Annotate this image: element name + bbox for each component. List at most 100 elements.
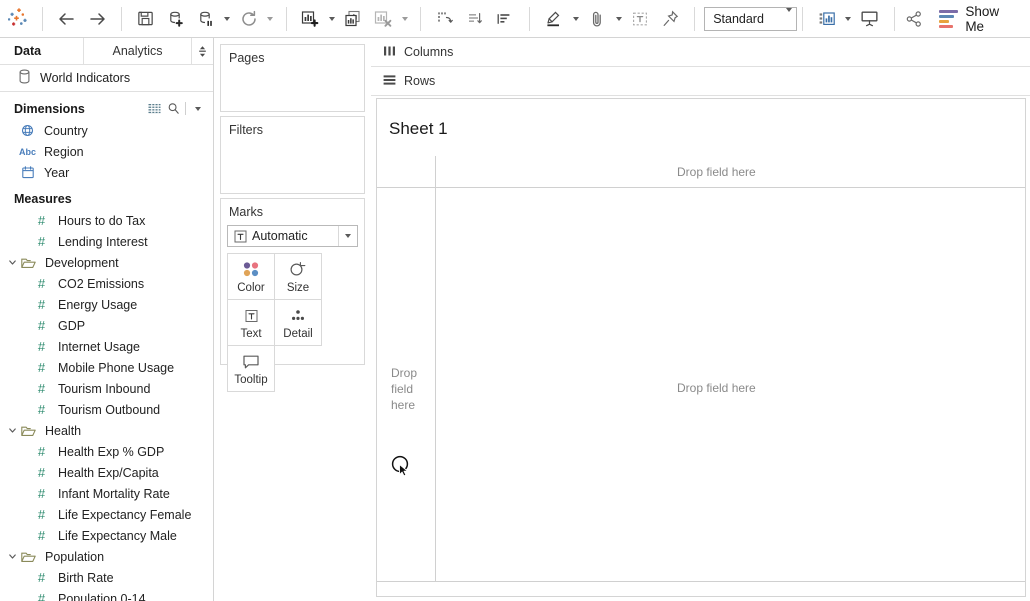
sort-descending-button[interactable] (490, 5, 520, 33)
measure-infant-mortality-rate[interactable]: #Infant Mortality Rate (0, 483, 213, 504)
measure-mobile-phone-usage[interactable]: #Mobile Phone Usage (0, 357, 213, 378)
toolbar-divider (121, 7, 122, 31)
show-me-bars-icon (939, 10, 958, 28)
forward-button[interactable] (82, 5, 112, 33)
columns-icon (383, 45, 396, 60)
clear-sheet-button[interactable] (368, 5, 398, 33)
group-members-button[interactable] (582, 5, 612, 33)
shelf-pane: Pages Filters Marks Automatic (215, 38, 370, 601)
swap-axes-button[interactable] (430, 5, 460, 33)
toolbar-divider (286, 7, 287, 31)
fix-axes-button[interactable] (655, 5, 685, 33)
presentation-mode-button[interactable] (855, 5, 885, 33)
chevron-down-icon[interactable] (6, 426, 19, 435)
measure-population-0-14[interactable]: #Population 0-14 (0, 588, 213, 601)
sheet-buttons-group (291, 0, 415, 38)
hash-icon: # (32, 360, 51, 375)
measure-tourism-inbound[interactable]: #Tourism Inbound (0, 378, 213, 399)
chevron-down-icon[interactable] (6, 258, 19, 267)
show-me-button[interactable]: Show Me (933, 0, 1022, 38)
rows-icon (383, 74, 396, 89)
clear-sheet-caret-icon[interactable] (398, 5, 411, 33)
mark-type-select[interactable]: Automatic (227, 225, 358, 247)
show-mark-labels-button[interactable] (625, 5, 655, 33)
highlighter-caret-icon[interactable] (569, 5, 582, 33)
database-icon (18, 69, 31, 87)
marks-detail-button[interactable]: Detail (274, 299, 322, 346)
rows-drop-zone[interactable] (443, 67, 1030, 95)
measure-hours-to-do-tax[interactable]: #Hours to do Tax (0, 210, 213, 231)
measures-folder-development[interactable]: Development (0, 252, 213, 273)
save-button[interactable] (131, 5, 161, 33)
hash-icon: # (32, 381, 51, 396)
hash-icon: # (32, 465, 51, 480)
new-worksheet-caret-icon[interactable] (325, 5, 338, 33)
marks-tooltip-button[interactable]: Tooltip (227, 345, 275, 392)
search-icon[interactable] (164, 99, 183, 118)
columns-drop-hint[interactable]: Drop field here (677, 165, 756, 179)
refresh-caret-icon[interactable] (264, 5, 277, 33)
group-caret-icon[interactable] (612, 5, 625, 33)
cards-caret-icon[interactable] (842, 5, 855, 33)
field-label: Health Exp % GDP (58, 445, 164, 459)
toolbar-divider (42, 7, 43, 31)
measures-folder-population[interactable]: Population (0, 546, 213, 567)
pause-auto-updates-button[interactable] (191, 5, 221, 33)
back-button[interactable] (52, 5, 82, 33)
field-label: Year (44, 166, 69, 180)
chevron-down-icon[interactable] (188, 99, 207, 118)
fit-select[interactable]: Standard (704, 7, 797, 31)
rows-drop-hint[interactable]: Drop field here (391, 365, 425, 413)
measure-internet-usage[interactable]: #Internet Usage (0, 336, 213, 357)
refresh-data-source-button[interactable] (234, 5, 264, 33)
measure-health-exp-capita[interactable]: #Health Exp/Capita (0, 462, 213, 483)
hash-icon: # (32, 339, 51, 354)
new-worksheet-button[interactable] (295, 5, 325, 33)
measure-tourism-outbound[interactable]: #Tourism Outbound (0, 399, 213, 420)
measure-co2-emissions[interactable]: #CO2 Emissions (0, 273, 213, 294)
size-circle-icon (287, 259, 309, 281)
measure-life-expectancy-male[interactable]: #Life Expectancy Male (0, 525, 213, 546)
marks-text-button[interactable]: Text (227, 299, 275, 346)
hash-icon: # (32, 444, 51, 459)
tab-data[interactable]: Data (0, 38, 84, 64)
tableau-logo-icon[interactable] (0, 0, 37, 38)
marks-color-button[interactable]: Color (227, 253, 275, 300)
columns-drop-zone[interactable] (461, 38, 1030, 66)
highlighter-button[interactable] (539, 5, 569, 33)
filters-card[interactable]: Filters (220, 116, 365, 194)
rows-shelf[interactable]: Rows (371, 67, 1030, 96)
field-label: GDP (58, 319, 85, 333)
measure-life-expectancy-female[interactable]: #Life Expectancy Female (0, 504, 213, 525)
new-data-source-button[interactable] (161, 5, 191, 33)
dimension-year[interactable]: Year (0, 162, 213, 183)
measure-energy-usage[interactable]: #Energy Usage (0, 294, 213, 315)
datasource-item[interactable]: World Indicators (0, 65, 213, 92)
chevron-down-icon[interactable] (6, 552, 19, 561)
worksheet-canvas[interactable]: Sheet 1 Drop field here Drop field here … (376, 98, 1026, 597)
marks-size-button[interactable]: Size (274, 253, 322, 300)
columns-shelf[interactable]: Columns (371, 38, 1030, 67)
grid-view-icon[interactable] (145, 99, 164, 118)
field-label: Population (45, 550, 104, 564)
show-hide-cards-button[interactable] (812, 5, 842, 33)
pause-updates-caret-icon[interactable] (221, 5, 234, 33)
measure-lending-interest[interactable]: #Lending Interest (0, 231, 213, 252)
share-button[interactable] (900, 5, 927, 33)
duplicate-sheet-button[interactable] (338, 5, 368, 33)
measure-birth-rate[interactable]: #Birth Rate (0, 567, 213, 588)
canvas-gridline-bottom (377, 581, 1025, 582)
updown-arrows-icon[interactable] (191, 38, 213, 64)
dimension-region[interactable]: Abc Region (0, 141, 213, 162)
dimension-country[interactable]: Country (0, 120, 213, 141)
measure-gdp[interactable]: #GDP (0, 315, 213, 336)
folder-icon (19, 551, 38, 563)
center-drop-hint[interactable]: Drop field here (677, 381, 756, 395)
chevron-down-icon[interactable] (338, 226, 357, 246)
mark-type-value: Automatic (252, 229, 338, 243)
datasource-name: World Indicators (40, 71, 130, 85)
measures-folder-health[interactable]: Health (0, 420, 213, 441)
sort-ascending-button[interactable] (460, 5, 490, 33)
measure-health-exp-gdp[interactable]: # Health Exp % GDP (0, 441, 213, 462)
tab-analytics[interactable]: Analytics (84, 38, 191, 64)
